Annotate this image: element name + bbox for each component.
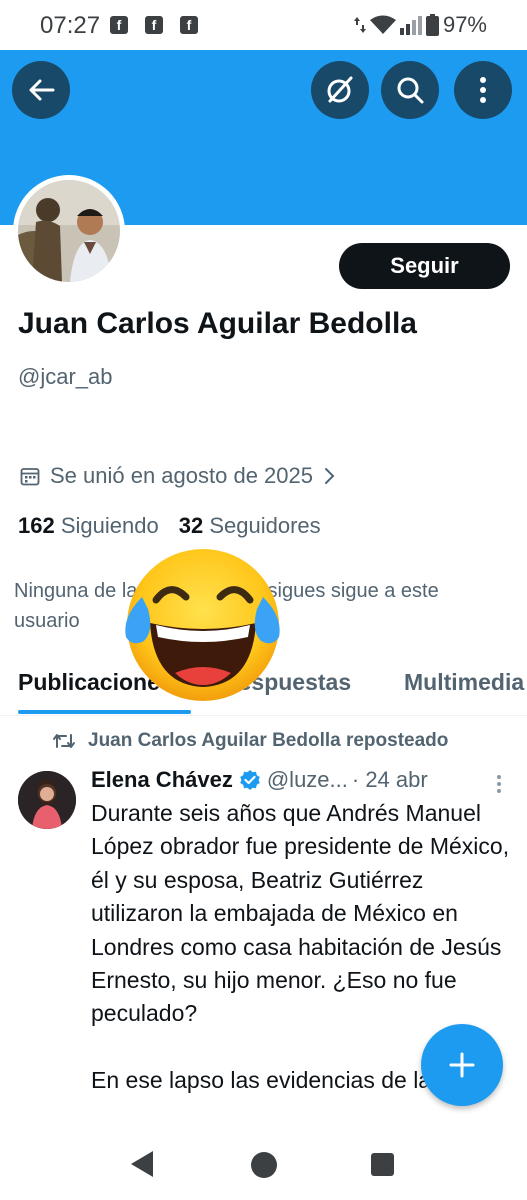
status-time: 07:27 (40, 12, 101, 39)
repost-indicator: Juan Carlos Aguilar Bedolla reposteado (52, 730, 448, 752)
battery-icon (425, 14, 439, 36)
follow-stats: 162 Siguiendo 32 Seguidores (18, 513, 321, 539)
signal-icon (399, 16, 422, 35)
post-author-photo (18, 771, 76, 829)
post-date[interactable]: · 24 abr (352, 767, 428, 793)
search-button[interactable] (381, 61, 439, 119)
arrow-left-icon (29, 79, 55, 101)
facebook-notification-icon: f (180, 16, 198, 34)
post-author-name[interactable]: Elena Chávez (91, 767, 233, 793)
followers-link[interactable]: 32 Seguidores (179, 513, 321, 538)
following-count: 162 (18, 513, 55, 538)
profile-display-name: Juan Carlos Aguilar Bedolla (18, 307, 417, 340)
laughing-tears-emoji (125, 549, 280, 701)
joined-date[interactable]: Se unió en agosto de 2025 (20, 463, 335, 489)
tab-multimedia[interactable]: Multimedia (404, 669, 524, 696)
facebook-notification-icon: f (145, 16, 163, 34)
profile-photo (18, 180, 120, 282)
system-navigation-bar (0, 1132, 527, 1200)
following-label: Siguiendo (60, 513, 159, 538)
wifi-icon (369, 15, 396, 34)
followers-count: 32 (178, 513, 204, 538)
post-author-avatar[interactable] (18, 771, 76, 829)
repost-label: Juan Carlos Aguilar Bedolla reposteado (88, 730, 449, 751)
post-header: Elena Chávez @luze... · 24 abr (91, 767, 428, 793)
grok-icon (327, 76, 353, 103)
nav-back-icon[interactable] (131, 1151, 153, 1177)
status-bar: 07:27 f f f 97% (0, 0, 527, 50)
verified-badge-icon (240, 770, 260, 790)
grok-button[interactable] (311, 61, 369, 119)
plus-icon (449, 1052, 475, 1078)
follow-button[interactable]: Seguir (339, 243, 510, 289)
system-status-icons: 97% (353, 12, 487, 38)
back-button[interactable] (12, 61, 70, 119)
compose-button[interactable] (421, 1024, 503, 1106)
following-link[interactable]: 162 Siguiendo (18, 513, 159, 538)
nav-home-icon[interactable] (251, 1152, 277, 1178)
facebook-notification-icon: f (110, 16, 128, 34)
nav-recents-icon[interactable] (371, 1153, 394, 1176)
data-arrows-icon (353, 17, 366, 33)
chevron-right-icon (325, 468, 335, 484)
battery-percent: 97% (442, 12, 487, 37)
profile-avatar[interactable] (13, 175, 125, 287)
repost-icon (53, 734, 75, 748)
post-more-icon[interactable] (492, 772, 506, 794)
more-options-button[interactable] (454, 61, 512, 119)
followers-label: Seguidores (209, 513, 321, 538)
profile-handle: @jcar_ab (18, 364, 113, 389)
calendar-icon (20, 468, 40, 486)
more-vertical-icon (480, 77, 486, 103)
joined-text: Se unió en agosto de 2025 (50, 463, 314, 488)
post-author-handle[interactable]: @luze... (267, 767, 348, 793)
search-icon (397, 77, 424, 104)
active-tab-indicator (18, 710, 191, 714)
